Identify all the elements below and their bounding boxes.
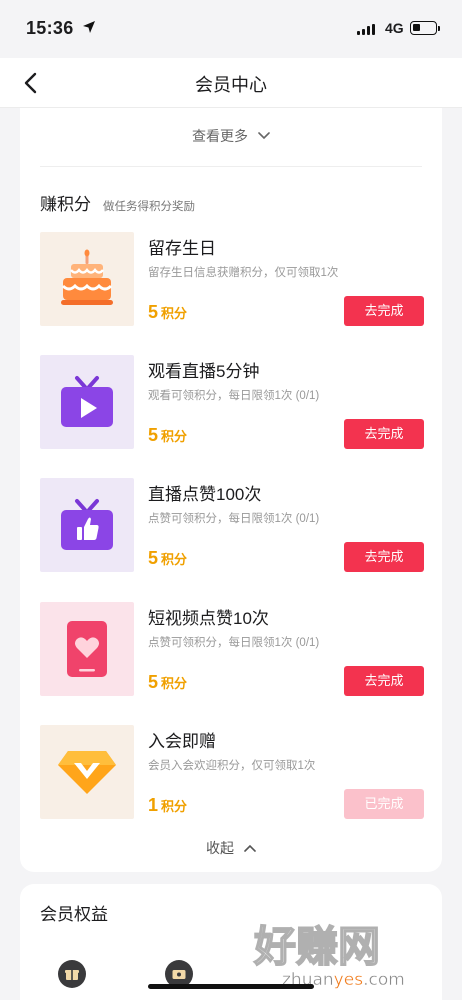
benefits-title: 会员权益	[40, 905, 108, 924]
task-title: 短视频点赞10次	[148, 609, 269, 628]
chevron-up-icon	[244, 844, 256, 852]
points-unit: 积分	[161, 799, 188, 814]
member-benefits-card: 会员权益	[20, 884, 442, 1000]
task-description: 留存生日信息获赠积分，仅可领取1次	[148, 267, 339, 279]
task-title: 直播点赞100次	[148, 485, 262, 504]
chevron-down-icon	[258, 132, 270, 140]
points-value: 5	[148, 672, 159, 692]
points-unit: 积分	[161, 306, 188, 321]
task-title: 入会即赠	[148, 732, 216, 751]
see-more-label: 查看更多	[192, 128, 249, 144]
earn-points-card: 查看更多 赚积分 做任务得积分奖励 留存生日 留存生日信息获赠积分，仅可领取1次…	[20, 108, 442, 872]
task-item: 直播点赞100次 点赞可领积分，每日限领1次 (0/1) 5 积分 去完成	[40, 478, 424, 572]
task-description: 观看可领积分，每日限领1次 (0/1)	[148, 390, 320, 402]
task-description: 会员入会欢迎积分，仅可领取1次	[148, 760, 316, 772]
task-item: 留存生日 留存生日信息获赠积分，仅可领取1次 5 积分 去完成	[40, 232, 424, 326]
collapse-label: 收起	[206, 840, 235, 856]
points-value: 1	[148, 795, 159, 815]
tv-thumbs-up-icon	[40, 478, 134, 572]
collapse-button[interactable]: 收起	[20, 838, 442, 858]
task-completed-button: 已完成	[344, 789, 424, 819]
diamond-badge-icon	[40, 725, 134, 819]
task-points: 1 积分	[148, 795, 187, 816]
nav-bar: 会员中心	[0, 58, 462, 108]
see-more-button[interactable]: 查看更多	[20, 126, 442, 146]
section-subtitle: 做任务得积分奖励	[103, 201, 195, 213]
task-item: 短视频点赞10次 点赞可领积分，每日限领1次 (0/1) 5 积分 去完成	[40, 602, 424, 696]
task-description: 点赞可领积分，每日限领1次 (0/1)	[148, 513, 320, 525]
location-arrow-icon	[83, 21, 95, 33]
status-bar: 15:36 4G	[0, 0, 462, 58]
task-title: 留存生日	[148, 239, 216, 258]
birthday-cake-icon	[40, 232, 134, 326]
page-title: 会员中心	[195, 75, 267, 95]
divider	[40, 166, 422, 167]
points-unit: 积分	[161, 676, 188, 691]
section-header: 赚积分 做任务得积分奖励	[40, 190, 195, 215]
task-points: 5 积分	[148, 672, 187, 693]
gift-icon[interactable]	[58, 960, 86, 988]
network-type: 4G	[385, 20, 404, 36]
task-item: 入会即赠 会员入会欢迎积分，仅可领取1次 1 积分 已完成	[40, 725, 424, 819]
complete-task-button[interactable]: 去完成	[344, 542, 424, 572]
points-value: 5	[148, 302, 159, 322]
points-unit: 积分	[161, 429, 188, 444]
complete-task-button[interactable]: 去完成	[344, 666, 424, 696]
task-item: 观看直播5分钟 观看可领积分，每日限领1次 (0/1) 5 积分 去完成	[40, 355, 424, 449]
battery-icon	[410, 21, 440, 35]
points-value: 5	[148, 548, 159, 568]
task-title: 观看直播5分钟	[148, 362, 260, 381]
task-description: 点赞可领积分，每日限领1次 (0/1)	[148, 637, 320, 649]
phone-heart-icon	[40, 602, 134, 696]
cellular-signal-icon	[357, 24, 375, 35]
task-points: 5 积分	[148, 425, 187, 446]
points-value: 5	[148, 425, 159, 445]
tv-play-icon	[40, 355, 134, 449]
section-title: 赚积分	[40, 195, 91, 214]
points-unit: 积分	[161, 552, 188, 567]
task-points: 5 积分	[148, 302, 187, 323]
complete-task-button[interactable]: 去完成	[344, 419, 424, 449]
home-indicator[interactable]	[148, 984, 314, 989]
complete-task-button[interactable]: 去完成	[344, 296, 424, 326]
task-points: 5 积分	[148, 548, 187, 569]
status-time: 15:36	[26, 18, 74, 38]
